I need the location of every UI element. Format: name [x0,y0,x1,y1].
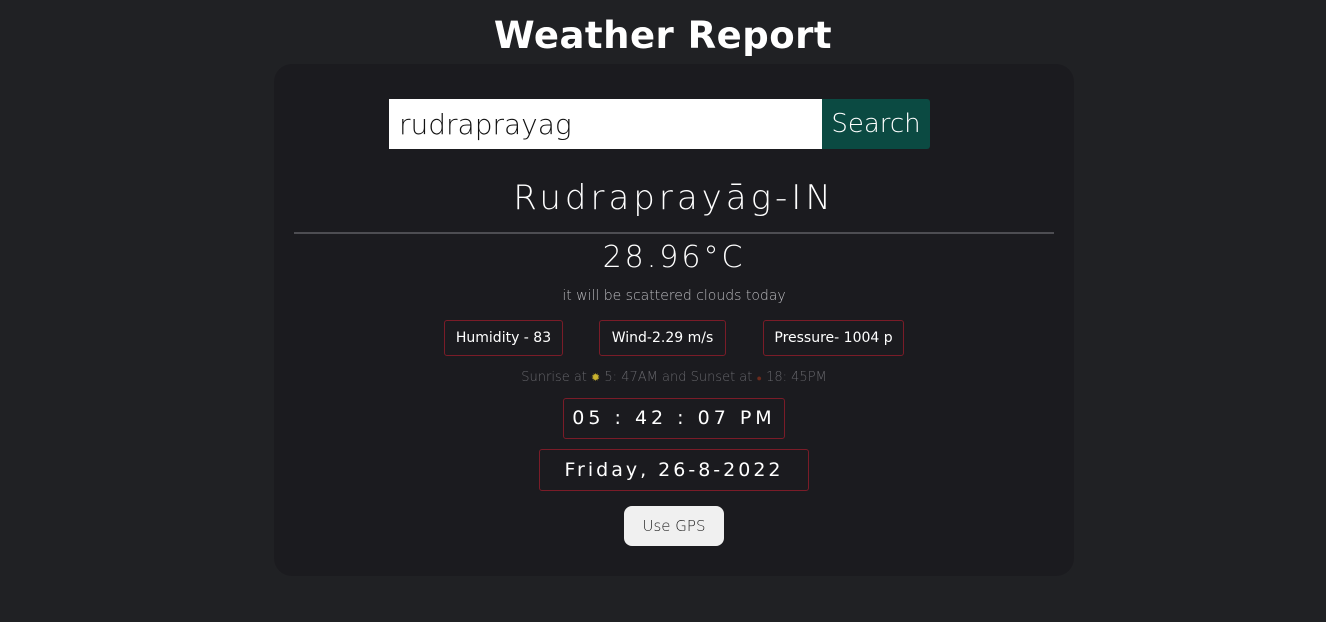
weather-description: it will be scattered clouds today [562,288,786,304]
page-title: Weather Report [493,14,833,57]
humidity-box: Humidity - 83 [444,320,563,356]
wind-box: Wind-2.29 m/s [599,320,726,356]
weather-card: Search Rudraprayāg-IN 28.96°C it will be… [274,64,1074,576]
clock-display: 05 : 42 : 07 PM [563,398,785,439]
sunrise-label: Sunrise at [521,370,587,385]
sun-icon: ✹ [591,371,601,384]
search-input[interactable] [389,99,822,149]
city-name: Rudraprayāg-IN [513,178,835,218]
divider [294,232,1054,234]
sunrise-time: 5: 47AM [604,370,658,385]
sun-times: Sunrise at ✹ 5: 47AM and Sunset at ● 18:… [274,370,1074,385]
temperature: 28.96°C [602,240,746,275]
sunset-time: 18: 45PM [766,370,827,385]
date-display: Friday, 26-8-2022 [539,449,809,491]
pressure-box: Pressure- 1004 p [763,320,904,356]
sunset-label: and Sunset at [661,370,753,385]
search-button[interactable]: Search [822,99,930,149]
use-gps-button[interactable]: Use GPS [624,506,724,546]
sunset-icon: ● [756,374,762,384]
